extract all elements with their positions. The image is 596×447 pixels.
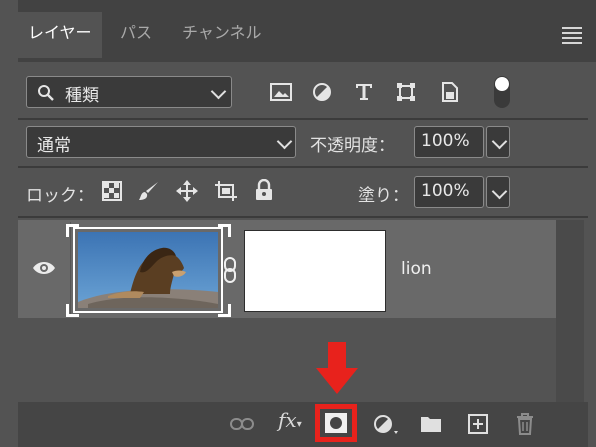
layer-thumbnail-frame[interactable] [73,227,223,313]
selection-corner [218,224,231,237]
adjustment-filter-icon[interactable] [312,82,332,102]
prevent-auto-nesting-icon[interactable] [214,180,238,202]
divider [18,118,588,120]
new-group-icon[interactable] [420,415,442,433]
red-arrow-annotation [316,342,358,394]
selection-corner [66,224,79,237]
layers-bottom-toolbar: fx▾ [18,402,588,447]
chevron-down-icon [491,183,508,200]
fill-label: 塗り： [358,186,409,206]
fill-value: 100% [421,181,470,201]
blend-mode-value: 通常 [37,136,71,156]
tab-paths[interactable]: パス [110,12,162,58]
divider [18,216,588,218]
left-margin [0,0,18,447]
adjustment-layer-icon[interactable] [374,415,400,437]
filter-kind-label: 種類 [65,86,99,106]
chevron-down-icon [491,133,508,150]
delete-layer-icon[interactable] [516,413,534,435]
lock-label: ロック： [26,186,94,206]
divider [18,166,588,168]
selection-corner [218,304,231,317]
tab-layers[interactable]: レイヤー [18,12,102,58]
lock-all-icon[interactable] [254,179,274,201]
opacity-label: 不透明度： [310,136,395,156]
filter-toggle-icon[interactable] [494,76,510,108]
add-layer-mask-icon [325,413,347,433]
panel-menu-icon[interactable] [562,27,582,47]
selection-corner [66,304,79,317]
opacity-input[interactable]: 100% [414,126,484,158]
layer-filter-select[interactable]: 種類 [26,76,232,108]
chevron-down-icon [276,133,293,150]
add-layer-mask-button[interactable] [315,404,357,442]
link-layers-icon[interactable] [230,416,254,432]
type-filter-icon[interactable] [354,82,374,102]
fill-input[interactable]: 100% [414,176,484,208]
fill-dropdown-button[interactable] [486,176,510,208]
eye-visibility-icon[interactable] [32,260,56,276]
lock-image-pixels-icon[interactable] [138,180,160,202]
layer-name[interactable]: lion [401,259,432,279]
layers-scrollbar[interactable] [556,220,584,402]
search-icon [38,85,54,101]
opacity-value: 100% [421,131,470,151]
mask-link-icon[interactable] [223,256,237,284]
layer-style-icon[interactable]: fx▾ [278,408,302,432]
smart-object-filter-icon[interactable] [440,81,460,103]
layer-row[interactable]: lion [18,220,556,318]
lock-transparent-pixels-icon[interactable] [102,181,122,201]
layer-mask-thumbnail[interactable] [244,230,386,312]
tab-channels[interactable]: チャンネル [172,12,272,58]
blend-mode-select[interactable]: 通常 [26,126,296,158]
lion-photo-thumbnail [78,232,218,308]
shape-filter-icon[interactable] [396,82,416,102]
lock-position-icon[interactable] [176,180,198,202]
opacity-dropdown-button[interactable] [486,126,510,158]
image-filter-icon[interactable] [270,82,292,102]
chevron-down-icon [210,83,227,100]
panel-tab-bar: レイヤー パス チャンネル [18,0,596,62]
new-layer-icon[interactable] [468,414,488,434]
